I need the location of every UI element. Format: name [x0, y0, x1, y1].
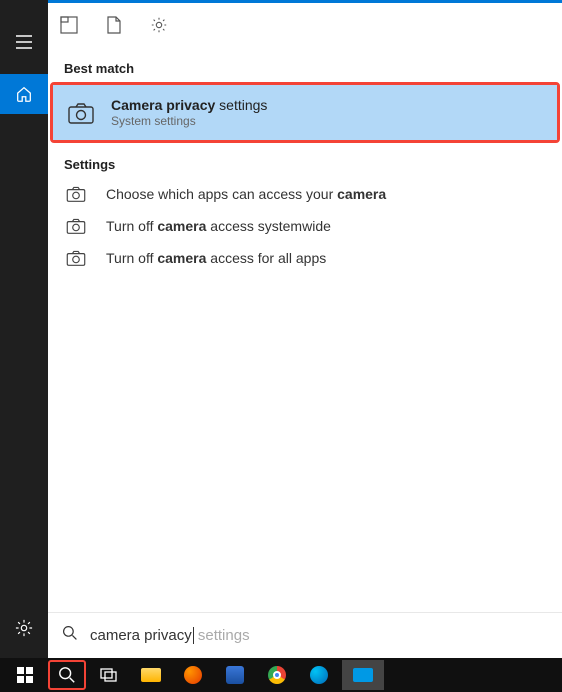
folder-icon [141, 668, 161, 682]
edge-icon [310, 666, 328, 684]
camera-icon [62, 250, 90, 266]
start-button[interactable] [6, 660, 44, 690]
edge-button[interactable] [300, 660, 338, 690]
your-phone-button[interactable] [342, 660, 384, 690]
hamburger-icon[interactable] [0, 24, 48, 60]
chrome-button[interactable] [258, 660, 296, 690]
settings-label: Settings [48, 147, 562, 178]
your-phone-icon [353, 668, 373, 682]
task-view-button[interactable] [90, 660, 128, 690]
result-camera-privacy-settings[interactable]: Camera privacy settings System settings [53, 85, 557, 140]
search-icon [62, 625, 78, 646]
annotation-highlight: Camera privacy settings System settings [50, 82, 560, 143]
filter-toolbar [48, 3, 562, 51]
search-input-row[interactable]: camera privacy settings [48, 612, 562, 658]
firefox-icon [184, 666, 202, 684]
search-results-pane: Best match Camera privacy settings Syste… [48, 0, 562, 658]
search-taskbar-button[interactable] [48, 660, 86, 690]
camera-icon [62, 186, 90, 202]
chrome-icon [268, 666, 286, 684]
result-text: Camera privacy settings System settings [111, 97, 267, 128]
settings-filter-icon[interactable] [150, 16, 168, 39]
result-choose-apps-camera[interactable]: Choose which apps can access your camera [48, 178, 562, 210]
taskbar [0, 658, 562, 692]
thunderbird-button[interactable] [216, 660, 254, 690]
search-input[interactable]: camera privacy settings [90, 627, 250, 644]
start-left-rail [0, 0, 48, 658]
firefox-button[interactable] [174, 660, 212, 690]
camera-icon [67, 102, 95, 124]
result-turn-off-camera-systemwide[interactable]: Turn off camera access systemwide [48, 210, 562, 242]
gear-icon[interactable] [15, 619, 33, 642]
settings-results-list: Choose which apps can access your camera… [48, 178, 562, 274]
home-button[interactable] [0, 74, 48, 114]
file-explorer-button[interactable] [132, 660, 170, 690]
documents-filter-icon[interactable] [106, 16, 122, 39]
best-match-label: Best match [48, 51, 562, 82]
apps-filter-icon[interactable] [60, 16, 78, 39]
thunderbird-icon [226, 666, 244, 684]
camera-icon [62, 218, 90, 234]
result-turn-off-camera-all-apps[interactable]: Turn off camera access for all apps [48, 242, 562, 274]
